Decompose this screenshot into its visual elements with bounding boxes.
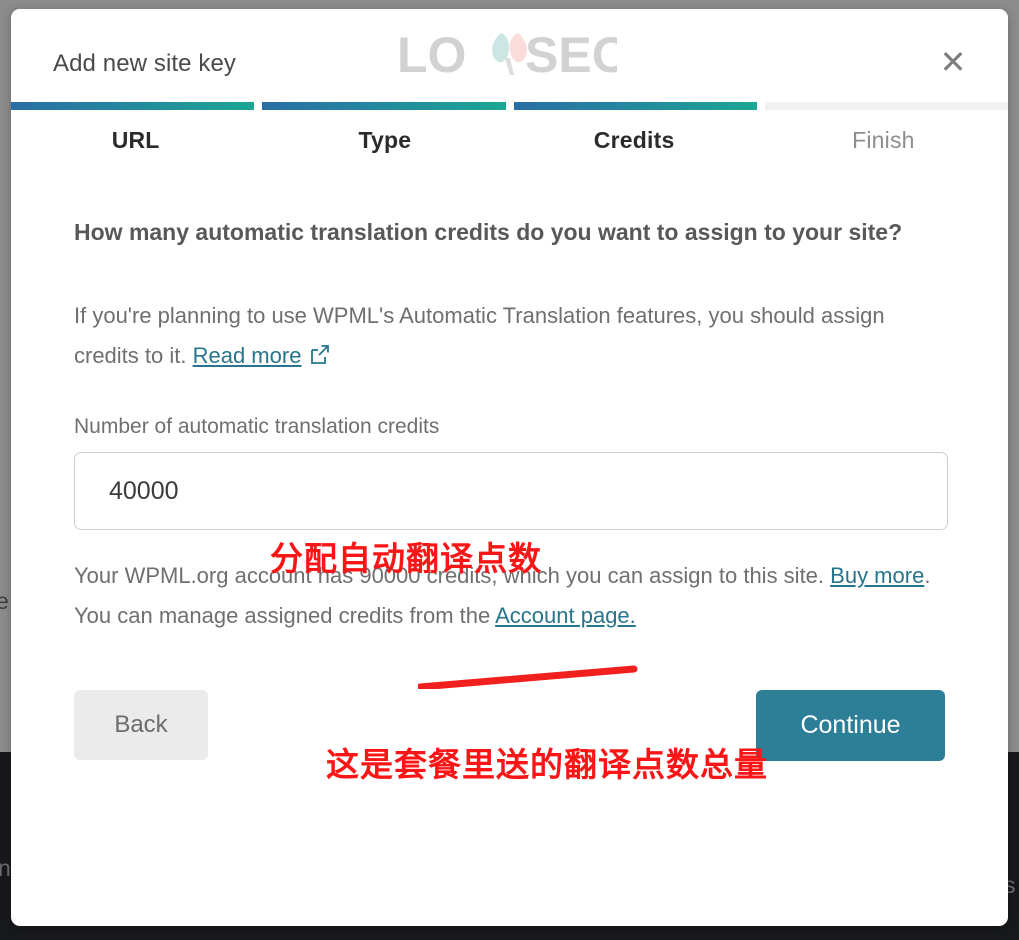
credits-field-label: Number of automatic translation credits xyxy=(74,415,440,438)
continue-button[interactable]: Continue xyxy=(756,690,945,761)
wizard-step-labels: URL Type Credits Finish xyxy=(11,110,1008,154)
account-credits-note: Your WPML.org account has 90000 credits,… xyxy=(74,556,945,636)
close-icon[interactable]: ✕ xyxy=(936,45,970,79)
modal-body: How many automatic translation credits d… xyxy=(11,212,1008,766)
add-site-key-modal: Add new site key LO SEO ✕ URL Type Credi… xyxy=(11,9,1008,926)
intro-paragraph: If you're planning to use WPML's Automat… xyxy=(74,296,934,376)
background-text-fragment: n xyxy=(0,855,11,881)
step-label-credits[interactable]: Credits xyxy=(510,127,759,154)
step-label-type[interactable]: Type xyxy=(260,127,509,154)
modal-footer: Back Continue xyxy=(74,690,945,766)
note-text-part1: Your WPML.org account has 90000 credits,… xyxy=(74,563,831,588)
progress-segment-finish xyxy=(764,102,1008,110)
svg-text:SEO: SEO xyxy=(525,27,617,83)
step-label-url[interactable]: URL xyxy=(11,127,260,154)
loyseo-logo: LO SEO xyxy=(397,27,617,85)
background-text-fragment: e xyxy=(0,588,9,614)
wizard-progress-bar xyxy=(11,102,1008,110)
modal-title: Add new site key xyxy=(53,50,237,77)
svg-text:LO: LO xyxy=(397,27,466,83)
modal-header: Add new site key LO SEO ✕ xyxy=(11,9,1008,102)
progress-segment-type xyxy=(262,102,506,110)
page-title: How many automatic translation credits d… xyxy=(74,219,903,245)
account-page-link[interactable]: Account page. xyxy=(495,603,636,628)
read-more-link[interactable]: Read more xyxy=(193,343,302,368)
buy-more-link[interactable]: Buy more xyxy=(830,563,924,588)
progress-segment-credits xyxy=(513,102,757,110)
step-label-finish[interactable]: Finish xyxy=(759,127,1008,154)
page-root: e n s Add new site key LO SEO ✕ URL Type… xyxy=(0,0,1019,940)
progress-segment-url xyxy=(11,102,255,110)
credits-input[interactable] xyxy=(74,452,948,530)
back-button[interactable]: Back xyxy=(74,690,208,760)
external-link-icon[interactable] xyxy=(310,345,330,365)
